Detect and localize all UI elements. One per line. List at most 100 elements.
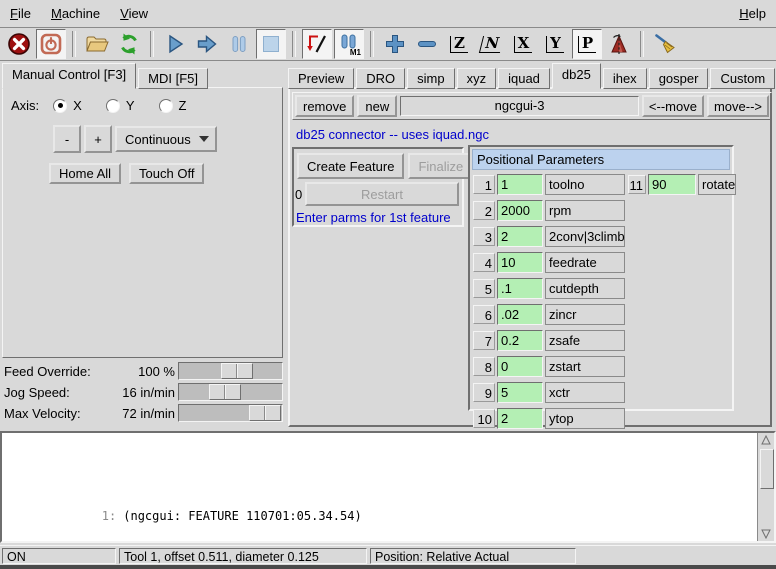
left-tab[interactable]: Manual Control [F3] [2, 63, 136, 89]
parameter-value-input[interactable]: .02 [497, 304, 543, 325]
block-delete-button[interactable] [302, 29, 332, 59]
parameter-value-input[interactable]: 2 [497, 408, 543, 429]
jog-mode-value: Continuous [125, 132, 191, 147]
log-line-text: (ngcgui: FEATURE 110701:05.34.54) [123, 509, 361, 523]
feed-override-slider[interactable] [178, 362, 283, 380]
pause-icon [227, 32, 251, 56]
reload-button[interactable] [114, 29, 144, 59]
parameter-value-input[interactable]: 1 [497, 174, 543, 195]
view-z-icon: Z [450, 36, 468, 53]
view-z2-button[interactable]: N [476, 29, 506, 59]
parameter-row: 1 1 toolno [473, 173, 625, 196]
scrollbar-thumb[interactable] [760, 449, 774, 489]
jog-minus-button[interactable]: - [53, 125, 81, 153]
parameter-value-input[interactable]: 2000 [497, 200, 543, 221]
finalize-button[interactable]: Finalize [408, 153, 473, 179]
tool-info-cell: Tool 1, offset 0.511, diameter 0.125 [119, 548, 367, 564]
notebook-tab[interactable]: gosper [649, 68, 709, 89]
zoom-in-button[interactable] [380, 29, 410, 59]
log-scrollbar[interactable] [757, 433, 774, 541]
parameter-row: 3 2 2conv|3climb [473, 225, 625, 248]
parameter-number: 8 [473, 357, 495, 376]
create-feature-button[interactable]: Create Feature [297, 153, 404, 179]
axis-x-radio[interactable]: X [53, 98, 82, 113]
menu-machine[interactable]: Machine [41, 2, 110, 25]
plus-icon [383, 32, 407, 56]
estop-button[interactable] [4, 29, 34, 59]
parameter-number: 11 [628, 175, 646, 194]
position-mode-cell: Position: Relative Actual [370, 548, 576, 564]
gcode-log-area[interactable]: 1:(ngcgui: FEATURE 110701:05.34.54) 2:(n… [0, 431, 776, 543]
ngcgui-name-entry[interactable]: ngcgui-3 [400, 96, 639, 116]
parameter-value-input[interactable]: 0 [497, 356, 543, 377]
scroll-down-icon[interactable] [759, 527, 773, 541]
radio-icon [106, 99, 120, 113]
parameter-value-input[interactable]: 5 [497, 382, 543, 403]
notebook-tab[interactable]: xyz [457, 68, 497, 89]
jog-row: - + Continuous [53, 125, 282, 153]
view-x-button[interactable]: X [508, 29, 538, 59]
parameter-value-input[interactable]: 10 [497, 252, 543, 273]
stop-button[interactable] [256, 29, 286, 59]
notebook-tab[interactable]: db25 [552, 63, 601, 89]
new-button[interactable]: new [357, 95, 397, 117]
max-velocity-slider[interactable] [178, 404, 283, 422]
slider-handle[interactable] [209, 384, 241, 400]
view-z-button[interactable]: Z [444, 29, 474, 59]
menu-view[interactable]: View [110, 2, 158, 25]
scroll-up-icon[interactable] [759, 433, 773, 447]
slider-handle[interactable] [221, 363, 253, 379]
parameter-number: 10 [473, 409, 495, 428]
menubar: File Machine View Help [0, 0, 776, 28]
stop-square-icon [259, 32, 283, 56]
touch-off-button[interactable]: Touch Off [129, 163, 204, 184]
max-velocity-row: Max Velocity: 72 in/min [0, 403, 285, 423]
jog-mode-select[interactable]: Continuous [115, 126, 217, 152]
step-button[interactable] [192, 29, 222, 59]
parameter-value-input[interactable]: 0.2 [497, 330, 543, 351]
parameter-label: zsafe [545, 330, 625, 351]
view-p-button[interactable]: P [572, 29, 602, 59]
notebook-tab[interactable]: ihex [603, 68, 647, 89]
notebook-tab[interactable]: Preview [288, 68, 354, 89]
restart-button[interactable]: Restart [305, 182, 459, 206]
axis-z-label: Z [179, 98, 187, 113]
move-left-button[interactable]: <--move [642, 95, 704, 117]
machine-power-button[interactable] [36, 29, 66, 59]
view-y-button[interactable]: Y [540, 29, 570, 59]
view-x-icon: X [514, 36, 533, 53]
log-lines: 1:(ngcgui: FEATURE 110701:05.34.54) 2:(n… [4, 434, 756, 543]
jog-speed-slider[interactable] [178, 383, 283, 401]
menu-help[interactable]: Help [729, 2, 776, 25]
right-tabs: Preview DRO simp xyz iquad [288, 63, 776, 89]
notebook-tab[interactable]: Custom [710, 68, 775, 89]
open-file-button[interactable] [82, 29, 112, 59]
parameter-value-input[interactable]: .1 [497, 278, 543, 299]
parameter-value-input[interactable]: 90 [648, 174, 696, 195]
tab-label: iquad [508, 71, 540, 86]
parameter-value-input[interactable]: 2 [497, 226, 543, 247]
pause-button[interactable] [224, 29, 254, 59]
axis-y-radio[interactable]: Y [106, 98, 135, 113]
notebook-tab[interactable]: DRO [356, 68, 405, 89]
rotate-view-button[interactable] [604, 29, 634, 59]
jog-plus-button[interactable]: + [84, 125, 112, 153]
restart-row: 0 Restart [295, 182, 459, 206]
parameter-number: 1 [473, 175, 495, 194]
axis-z-radio[interactable]: Z [159, 98, 187, 113]
axis-row: Axis: X Y Z [11, 98, 282, 113]
optional-pause-button[interactable]: M1 [334, 29, 364, 59]
left-tab[interactable]: MDI [F5] [138, 68, 208, 89]
move-right-button[interactable]: move--> [707, 95, 769, 117]
parameter-label: rpm [545, 200, 625, 221]
run-button[interactable] [160, 29, 190, 59]
menu-file[interactable]: File [0, 2, 41, 25]
notebook-tab[interactable]: iquad [498, 68, 550, 89]
notebook-tab[interactable]: simp [407, 68, 454, 89]
home-all-button[interactable]: Home All [49, 163, 121, 184]
remove-button[interactable]: remove [295, 95, 354, 117]
zoom-out-button[interactable] [412, 29, 442, 59]
machine-power-icon [39, 32, 63, 56]
slider-handle[interactable] [249, 405, 281, 421]
clear-plot-button[interactable] [650, 29, 680, 59]
